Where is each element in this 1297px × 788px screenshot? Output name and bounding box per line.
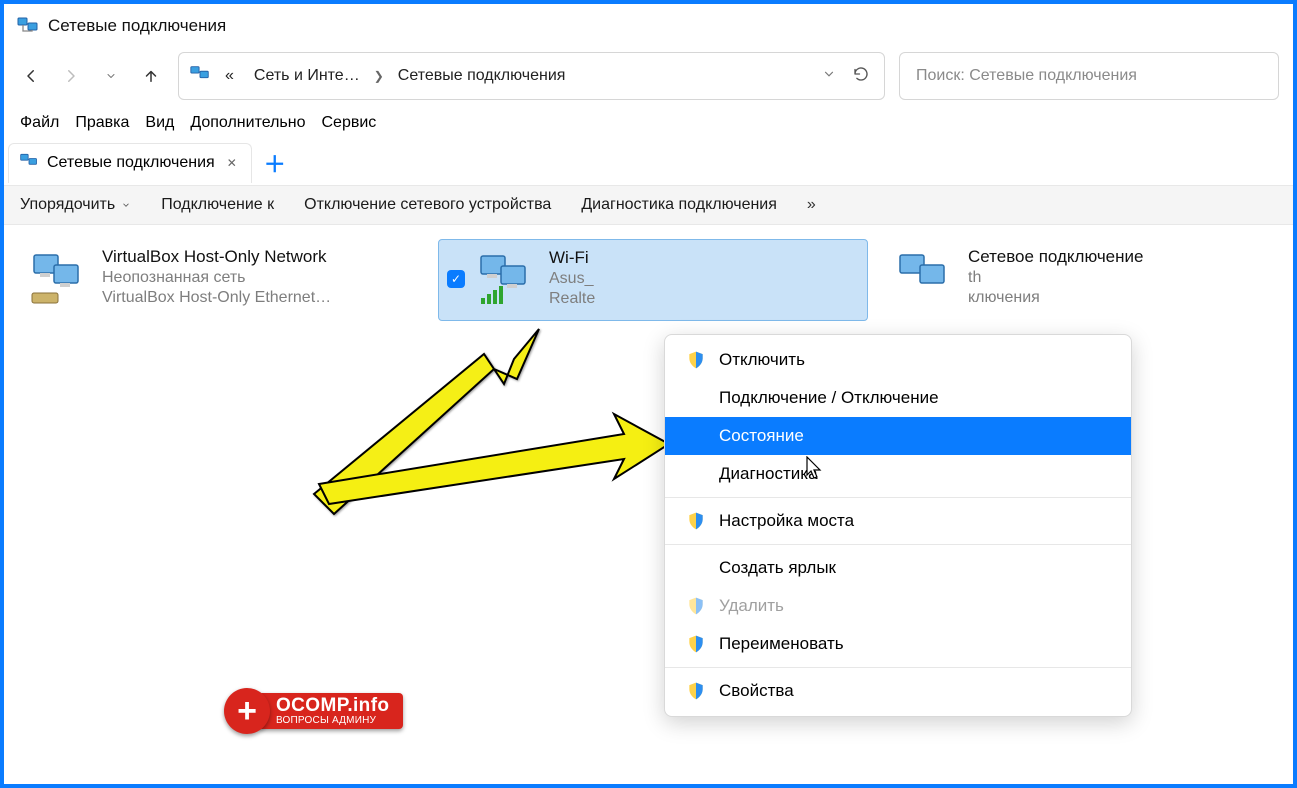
connection-status: Asus_ bbox=[549, 270, 595, 288]
ctx-shortcut-label: Создать ярлык bbox=[719, 558, 836, 578]
ctx-disable-label: Отключить bbox=[719, 350, 805, 370]
ctx-separator bbox=[665, 497, 1131, 498]
menu-extra[interactable]: Дополнительно bbox=[190, 114, 305, 132]
connections-row: VirtualBox Host-Only Network Неопознанна… bbox=[20, 239, 1277, 321]
connection-device: ключения bbox=[968, 289, 1143, 307]
search-input[interactable] bbox=[914, 66, 1264, 86]
connection-wifi[interactable]: ✓ Wi-Fi Asus_ Rea bbox=[438, 239, 868, 321]
network-adapter-icon bbox=[894, 247, 958, 311]
context-menu: Отключить Подключение / Отключение Состо… bbox=[664, 334, 1132, 717]
back-button[interactable] bbox=[18, 63, 44, 89]
tab-close-button[interactable]: ✕ bbox=[223, 154, 241, 172]
ctx-bridge[interactable]: Настройка моста bbox=[665, 502, 1131, 540]
toolbar-disable-device[interactable]: Отключение сетевого устройства bbox=[304, 196, 551, 214]
ctx-connect-disconnect[interactable]: Подключение / Отключение bbox=[665, 379, 1131, 417]
connection-status: th bbox=[968, 269, 1143, 287]
connection-device: VirtualBox Host-Only Ethernet… bbox=[102, 289, 331, 307]
logo-sub-text: ВОПРОСЫ АДМИНУ bbox=[276, 716, 389, 727]
breadcrumb-prefix-button[interactable]: « bbox=[219, 63, 240, 89]
connection-bluetooth[interactable]: Сетевое подключение th ключения bbox=[886, 239, 1226, 321]
connection-device: Realte bbox=[549, 290, 595, 308]
ctx-status[interactable]: Состояние bbox=[665, 417, 1131, 455]
up-button[interactable] bbox=[138, 63, 164, 89]
ctx-delete-label: Удалить bbox=[719, 596, 784, 616]
ctx-status-label: Состояние bbox=[719, 426, 804, 446]
tab-network-connections[interactable]: Сетевые подключения ✕ bbox=[8, 143, 252, 183]
toolbar-diagnose[interactable]: Диагностика подключения bbox=[581, 196, 777, 214]
connection-status: Неопознанная сеть bbox=[102, 269, 331, 287]
breadcrumb-segment-1[interactable]: Сеть и Инте… bbox=[248, 63, 366, 89]
menu-service[interactable]: Сервис bbox=[322, 114, 377, 132]
ctx-bridge-label: Настройка моста bbox=[719, 511, 854, 531]
network-adapter-icon bbox=[28, 247, 92, 311]
window-title: Сетевые подключения bbox=[48, 16, 226, 36]
shield-icon bbox=[685, 350, 707, 370]
navigation-row: « Сеть и Инте… ❯ Сетевые подключения bbox=[4, 46, 1293, 106]
plus-icon: + bbox=[224, 688, 270, 734]
toolbar-organize-label: Упорядочить bbox=[20, 196, 115, 214]
address-bar-icon bbox=[189, 63, 211, 89]
logo-main-text: OCOMP.info bbox=[276, 696, 389, 716]
selection-checkbox[interactable]: ✓ bbox=[447, 270, 465, 288]
shield-icon bbox=[685, 634, 707, 654]
shield-icon bbox=[685, 511, 707, 531]
toolbar-connect-to[interactable]: Подключение к bbox=[161, 196, 274, 214]
toolbar-overflow[interactable]: » bbox=[807, 196, 816, 214]
ctx-disable[interactable]: Отключить bbox=[665, 341, 1131, 379]
refresh-button[interactable] bbox=[848, 61, 874, 91]
search-box[interactable] bbox=[899, 52, 1279, 100]
titlebar: Сетевые подключения bbox=[4, 4, 1293, 46]
window: Сетевые подключения « Сеть и Инте… ❯ Сет… bbox=[0, 0, 1297, 788]
ctx-diagnose[interactable]: Диагностика bbox=[665, 455, 1131, 493]
breadcrumb-segment-2[interactable]: Сетевые подключения bbox=[392, 63, 572, 89]
menu-view[interactable]: Вид bbox=[145, 114, 174, 132]
ctx-diagnose-label: Диагностика bbox=[719, 464, 818, 484]
chevron-right-icon: ❯ bbox=[374, 69, 384, 83]
command-toolbar: Упорядочить Подключение к Отключение сет… bbox=[4, 186, 1293, 225]
shield-icon bbox=[685, 596, 707, 616]
menu-bar: Файл Правка Вид Дополнительно Сервис bbox=[4, 106, 1293, 140]
forward-button[interactable] bbox=[58, 63, 84, 89]
ctx-properties[interactable]: Свойства bbox=[665, 672, 1131, 710]
recent-locations-dropdown[interactable] bbox=[98, 63, 124, 89]
connection-name: Wi-Fi bbox=[549, 248, 595, 268]
ctx-rename[interactable]: Переименовать bbox=[665, 625, 1131, 663]
ctx-properties-label: Свойства bbox=[719, 681, 794, 701]
ctx-separator bbox=[665, 544, 1131, 545]
connection-name: Сетевое подключение bbox=[968, 247, 1143, 267]
tab-label: Сетевые подключения bbox=[47, 154, 215, 172]
new-tab-button[interactable]: ＋ bbox=[252, 143, 298, 183]
toolbar-organize[interactable]: Упорядочить bbox=[20, 196, 131, 214]
ctx-delete: Удалить bbox=[665, 587, 1131, 625]
connection-name: VirtualBox Host-Only Network bbox=[102, 247, 331, 267]
ctx-rename-label: Переименовать bbox=[719, 634, 844, 654]
chevron-down-icon bbox=[121, 200, 131, 210]
address-bar-dropdown[interactable] bbox=[818, 63, 840, 89]
wifi-adapter-icon bbox=[475, 248, 539, 312]
menu-file[interactable]: Файл bbox=[20, 114, 59, 132]
network-connections-icon bbox=[16, 14, 40, 38]
tab-icon bbox=[19, 151, 39, 176]
ctx-separator bbox=[665, 667, 1131, 668]
ctx-shortcut[interactable]: Создать ярлык bbox=[665, 549, 1131, 587]
address-bar[interactable]: « Сеть и Инте… ❯ Сетевые подключения bbox=[178, 52, 885, 100]
tab-strip: Сетевые подключения ✕ ＋ bbox=[4, 140, 1293, 186]
shield-icon bbox=[685, 681, 707, 701]
menu-edit[interactable]: Правка bbox=[75, 114, 129, 132]
connection-virtualbox[interactable]: VirtualBox Host-Only Network Неопознанна… bbox=[20, 239, 420, 321]
watermark-logo: + OCOMP.info ВОПРОСЫ АДМИНУ bbox=[224, 688, 403, 734]
ctx-connect-disconnect-label: Подключение / Отключение bbox=[719, 388, 939, 408]
